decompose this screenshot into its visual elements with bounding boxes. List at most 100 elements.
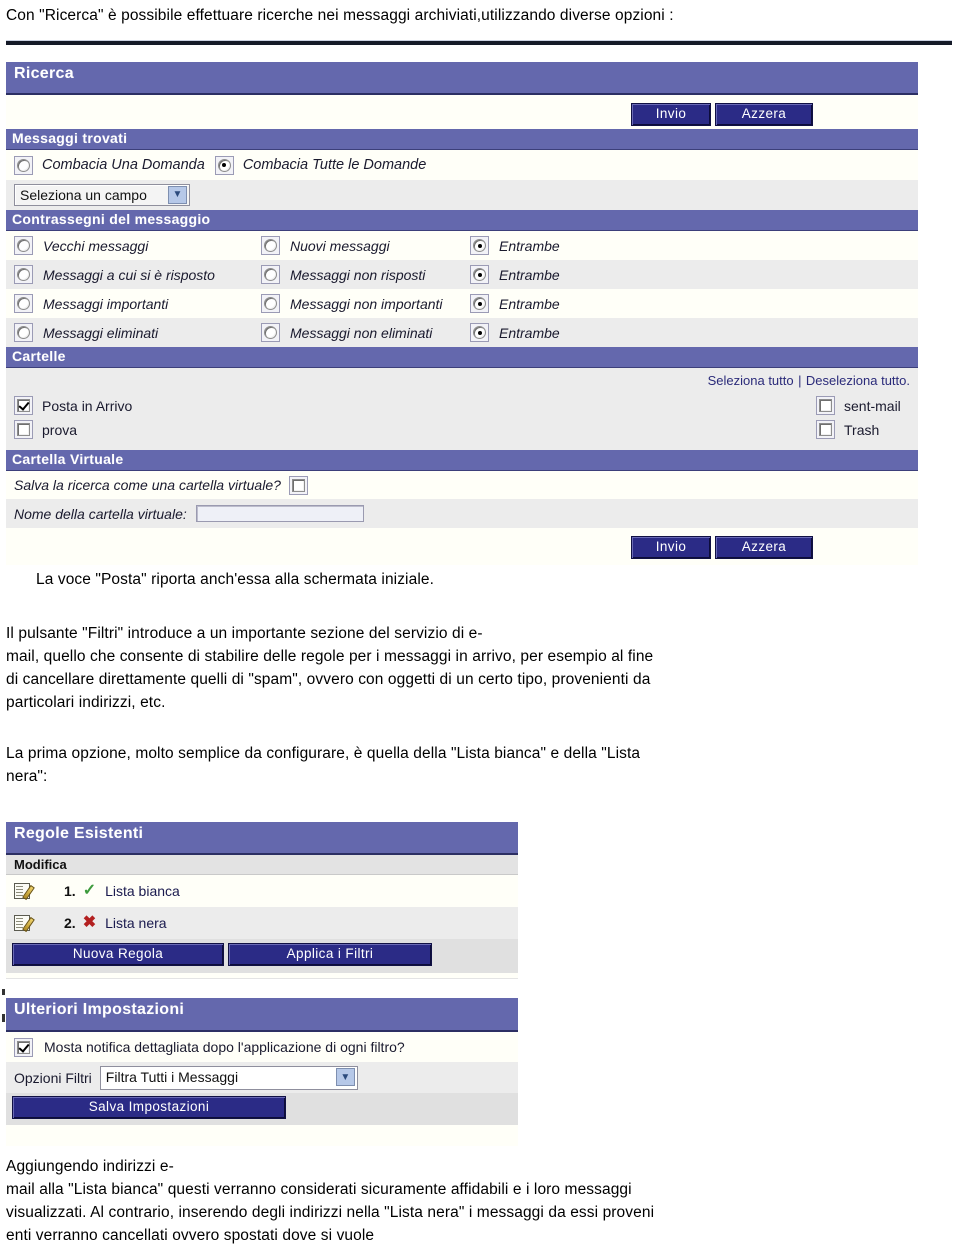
flag-answered-radio-frame[interactable] — [14, 265, 33, 284]
rule-number-1: 1. — [64, 883, 76, 899]
virtual-folder-save-row: Salva la ricerca come una cartella virtu… — [6, 471, 918, 499]
flag-both3-label: Entrambe — [499, 295, 560, 312]
chevron-down-icon[interactable]: ▼ — [335, 1068, 355, 1086]
rules-button-row: Nuova Regola Applica i Filtri — [6, 939, 518, 973]
settings-title: Ulteriori Impostazioni — [14, 1001, 185, 1018]
paragraph-prima-opzione: La prima opzione, molto semplice da conf… — [6, 742, 956, 788]
search-top-button-row: Invio Azzera — [6, 95, 918, 129]
paragraph-filtri-line2: mail, quello che consente di stabilire d… — [6, 648, 654, 665]
flag-both3-radio-frame[interactable] — [470, 294, 489, 313]
virtual-folder-title: Cartella Virtuale — [12, 451, 124, 467]
virtual-folder-name-input[interactable] — [195, 505, 364, 522]
flag-both3-radio[interactable] — [473, 297, 486, 310]
flag-both4-radio[interactable] — [473, 326, 486, 339]
flag-unanswered-radio-frame[interactable] — [261, 265, 280, 284]
flag-answered-radio[interactable] — [17, 268, 30, 281]
folder-trash-label: Trash — [844, 421, 880, 438]
message-flags-bar: Contrassegni del messaggio — [6, 210, 918, 231]
virtual-folder-save-checkbox-frame[interactable] — [288, 475, 308, 495]
paragraph-final-line1: Aggiungendo indirizzi e- — [6, 1158, 174, 1175]
rule-number-2: 2. — [64, 915, 76, 931]
flag-new-radio[interactable] — [264, 239, 277, 252]
flag-important-radio-frame[interactable] — [14, 294, 33, 313]
scan-artifact-2 — [2, 1014, 5, 1022]
new-rule-button[interactable]: Nuova Regola — [12, 943, 224, 966]
folder-inbox-checkbox[interactable] — [17, 399, 30, 412]
match-all-label: Combacia Tutte le Domande — [242, 157, 427, 173]
search-screenshot: Ricerca Invio Azzera Messaggi trovati Co… — [6, 62, 918, 565]
submit-button-top[interactable]: Invio — [631, 103, 711, 126]
list-item: Posta in Arrivo — [14, 396, 132, 415]
select-all-link[interactable]: Seleziona tutto — [708, 373, 794, 388]
settings-screenshot: Ulteriori Impostazioni Mosta notifica de… — [6, 998, 518, 1146]
reset-button-bottom[interactable]: Azzera — [715, 536, 813, 559]
field-select[interactable]: Seleziona un campo ▼ — [14, 184, 190, 206]
flag-undeleted-radio-frame[interactable] — [261, 323, 280, 342]
notify-checkbox-frame[interactable] — [14, 1037, 33, 1057]
match-all-radio[interactable] — [217, 158, 231, 172]
table-row: Messaggi eliminati Messaggi non eliminat… — [6, 318, 918, 347]
table-row: 2. ✖ Lista nera — [6, 907, 518, 939]
edit-pencil-icon[interactable] — [14, 883, 30, 899]
folder-prova-checkbox[interactable] — [17, 423, 30, 436]
match-all-radio-frame[interactable] — [214, 155, 234, 175]
filter-options-select[interactable]: Filtra Tutti i Messaggi ▼ — [99, 1065, 358, 1090]
virtual-folder-save-label: Salva la ricerca come una cartella virtu… — [14, 477, 281, 493]
flag-deleted-radio[interactable] — [17, 326, 30, 339]
save-settings-button[interactable]: Salva Impostazioni — [12, 1096, 286, 1119]
flag-old-radio[interactable] — [17, 239, 30, 252]
folder-trash-checkbox-frame[interactable] — [816, 420, 835, 439]
paragraph-final-line4: enti verranno cancellati ovvero spostati… — [6, 1227, 375, 1244]
deselect-all-link[interactable]: Deseleziona tutto. — [806, 373, 910, 388]
flag-answered-label: Messaggi a cui si è risposto — [43, 266, 215, 283]
reset-button-top[interactable]: Azzera — [715, 103, 813, 126]
folder-prova-checkbox-frame[interactable] — [14, 420, 33, 439]
settings-footer-space — [6, 1125, 518, 1146]
flag-important-radio[interactable] — [17, 297, 30, 310]
flag-unimportant-radio[interactable] — [264, 297, 277, 310]
flag-both1-radio[interactable] — [473, 239, 486, 252]
flag-new-radio-frame[interactable] — [261, 236, 280, 255]
list-item: sent-mail — [816, 396, 901, 415]
folder-inbox-checkbox-frame[interactable] — [14, 396, 33, 415]
flag-deleted-radio-frame[interactable] — [14, 323, 33, 342]
flag-old-radio-frame[interactable] — [14, 236, 33, 255]
match-options-row: Combacia Una Domanda Combacia Tutte le D… — [6, 150, 918, 180]
flag-both4-radio-frame[interactable] — [470, 323, 489, 342]
folder-prova-label: prova — [42, 421, 78, 438]
found-messages-title: Messaggi trovati — [12, 130, 128, 146]
paragraph-filtri-line4: particolari indirizzi, etc. — [6, 694, 166, 711]
flag-both1-radio-frame[interactable] — [470, 236, 489, 255]
paragraph-posta: La voce "Posta" riporta anch'essa alla s… — [36, 568, 946, 591]
filter-options-label: Opzioni Filtri — [14, 1069, 92, 1086]
flag-unanswered-label: Messaggi non risposti — [290, 266, 426, 283]
settings-title-bar: Ulteriori Impostazioni — [6, 998, 518, 1032]
virtual-folder-bar: Cartella Virtuale — [6, 450, 918, 471]
edit-pencil-icon[interactable] — [14, 915, 30, 931]
intro-text: Con "Ricerca" è possibile effettuare ric… — [6, 7, 674, 24]
folder-inbox-label: Posta in Arrivo — [42, 397, 133, 414]
notify-checkbox[interactable] — [17, 1040, 30, 1054]
folder-trash-checkbox[interactable] — [819, 423, 832, 436]
apply-filters-button[interactable]: Applica i Filtri — [228, 943, 432, 966]
flag-both1-label: Entrambe — [499, 237, 560, 254]
virtual-folder-name-label: Nome della cartella virtuale: — [14, 505, 187, 522]
match-any-radio-frame[interactable] — [14, 155, 33, 175]
flag-unanswered-radio[interactable] — [264, 268, 277, 281]
match-any-radio[interactable] — [17, 158, 30, 172]
folders-body: Seleziona tutto | Deseleziona tutto. Pos… — [6, 368, 918, 450]
flag-unimportant-radio-frame[interactable] — [261, 294, 280, 313]
submit-button-bottom[interactable]: Invio — [631, 536, 711, 559]
found-messages-bar: Messaggi trovati — [6, 129, 918, 150]
flag-undeleted-radio[interactable] — [264, 326, 277, 339]
folder-sentmail-checkbox[interactable] — [819, 399, 832, 412]
flag-both2-radio[interactable] — [473, 268, 486, 281]
flag-both2-radio-frame[interactable] — [470, 265, 489, 284]
rule-label-2[interactable]: Lista nera — [105, 915, 166, 931]
rule-label-1[interactable]: Lista bianca — [105, 883, 180, 899]
select-links: Seleziona tutto | Deseleziona tutto. — [708, 372, 910, 390]
scan-artifact-1 — [2, 989, 5, 995]
virtual-folder-save-checkbox[interactable] — [291, 478, 305, 492]
chevron-down-icon[interactable]: ▼ — [168, 185, 187, 204]
folder-sentmail-checkbox-frame[interactable] — [816, 396, 835, 415]
